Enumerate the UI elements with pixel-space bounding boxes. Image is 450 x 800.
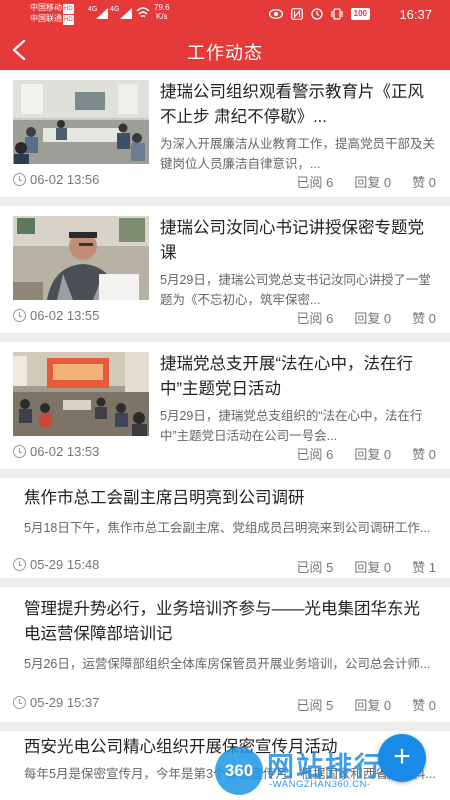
clock-icon	[13, 445, 26, 458]
article-meta: 05-29 15:48 已阅 5 回复 0 赞 1	[13, 557, 436, 577]
plus-icon: +	[393, 740, 411, 773]
nfc-icon	[290, 8, 303, 20]
read-count: 已阅 5	[296, 560, 334, 575]
status-icons: 100	[268, 8, 370, 20]
reply-count[interactable]: 回复 0	[354, 172, 391, 191]
eye-icon	[268, 9, 283, 19]
hd-badge: HD	[63, 4, 74, 14]
article-card[interactable]: 焦作市总工会副主席吕明亮到公司调研 5月18日下午，焦作市总工会副主席、党组成员…	[0, 478, 450, 578]
like-count[interactable]: 赞 0	[412, 444, 436, 463]
article-time: 06-02 13:55	[30, 308, 100, 323]
article-title[interactable]: 焦作市总工会副主席吕明亮到公司调研	[24, 486, 436, 511]
reply-count[interactable]: 回复 0	[354, 444, 391, 463]
page-title: 工作动态	[187, 43, 263, 63]
article-summary: 5月18日下午，焦作市总工会副主席、党组成员吕明亮来到公司调研工作...	[24, 521, 431, 535]
reply-count[interactable]: 回复 0	[354, 695, 391, 714]
net-type-2: 4G	[110, 6, 120, 13]
article-text: 管理提升势必行，业务培训齐参与——光电集团华东光电运营保障部培训记 5月26日，…	[24, 597, 436, 694]
status-bar: 中国移动 HD 中国联通 HD 4G 4G 79.6 K/s 100 16:37	[0, 0, 450, 30]
article-list[interactable]: 捷瑞公司组织观看警示教育片《正风不止步 肃纪不停歇》... 为深入开展廉洁从业教…	[0, 70, 450, 800]
clock-icon	[13, 696, 26, 709]
carrier-1: 中国移动	[30, 3, 62, 12]
article-text: 捷瑞公司组织观看警示教育片《正风不止步 肃纪不停歇》... 为深入开展廉洁从业教…	[160, 80, 436, 174]
like-count[interactable]: 赞 1	[412, 557, 436, 576]
article-summary: 5月29日，捷瑞党总支组织的“法在心中，法在行中”主题党日活动在公司一号会...	[160, 409, 423, 443]
article-summary: 为深入开展廉洁从业教育工作，提高党员干部及关键岗位人员廉洁自律意识，...	[160, 137, 436, 171]
status-time: 16:37	[399, 7, 432, 22]
wifi-icon	[136, 7, 150, 18]
reply-count[interactable]: 回复 0	[354, 308, 391, 327]
clock-icon	[13, 173, 26, 186]
article-text: 焦作市总工会副主席吕明亮到公司调研 5月18日下午，焦作市总工会副主席、党组成员…	[24, 486, 436, 558]
like-count[interactable]: 赞 0	[412, 308, 436, 327]
article-card[interactable]: 捷瑞公司组织观看警示教育片《正风不止步 肃纪不停歇》... 为深入开展廉洁从业教…	[0, 70, 450, 197]
carrier-2: 中国联通	[30, 14, 62, 23]
article-thumbnail	[13, 216, 149, 300]
article-meta: 06-02 13:56 已阅 6 回复 0 赞 0	[13, 172, 436, 192]
article-text: 捷瑞党总支开展“法在心中，法在行中”主题党日活动 5月29日，捷瑞党总支组织的“…	[160, 352, 436, 446]
article-title[interactable]: 管理提升势必行，业务培训齐参与——光电集团华东光电运营保障部培训记	[24, 597, 436, 647]
battery-indicator: 100	[350, 8, 370, 20]
article-thumbnail	[13, 80, 149, 164]
clock-icon	[13, 309, 26, 322]
watermark-url: -WANGZHAN360.CN-	[269, 779, 371, 790]
signal-icon	[96, 8, 108, 19]
reply-count[interactable]: 回复 0	[354, 557, 391, 576]
article-card[interactable]: 捷瑞公司汝同心书记讲授保密专题党课 5月29日，捷瑞公司党总支书记汝同心讲授了一…	[0, 206, 450, 333]
network-speed: 79.6 K/s	[154, 3, 170, 21]
clock-icon	[13, 558, 26, 571]
read-count: 已阅 5	[296, 698, 334, 713]
article-meta: 06-02 13:55 已阅 6 回复 0 赞 0	[13, 308, 436, 328]
article-title[interactable]: 捷瑞公司组织观看警示教育片《正风不止步 肃纪不停歇》...	[160, 80, 436, 130]
article-time: 05-29 15:37	[30, 695, 100, 710]
article-thumbnail	[13, 352, 149, 436]
article-time: 06-02 13:56	[30, 172, 100, 187]
read-count: 已阅 6	[296, 175, 334, 190]
alarm-icon	[310, 8, 323, 20]
article-summary: 5月26日，运营保障部组织全体库房保管员开展业务培训，公司总会计师...	[24, 657, 431, 671]
article-text: 捷瑞公司汝同心书记讲授保密专题党课 5月29日，捷瑞公司党总支书记汝同心讲授了一…	[160, 216, 436, 310]
vibrate-icon	[331, 8, 343, 20]
article-meta: 05-29 15:37 已阅 5 回复 0 赞 0	[13, 695, 436, 715]
add-post-button[interactable]: +	[378, 734, 426, 782]
signal-icon	[120, 8, 132, 19]
article-title[interactable]: 捷瑞党总支开展“法在心中，法在行中”主题党日活动	[160, 352, 436, 402]
article-title[interactable]: 捷瑞公司汝同心书记讲授保密专题党课	[160, 216, 436, 266]
hd-badge: HD	[63, 15, 74, 25]
carrier-info: 中国移动 HD 中国联通 HD	[30, 3, 74, 25]
like-count[interactable]: 赞 0	[412, 695, 436, 714]
article-card[interactable]: 捷瑞党总支开展“法在心中，法在行中”主题党日活动 5月29日，捷瑞党总支组织的“…	[0, 342, 450, 469]
article-card[interactable]: 管理提升势必行，业务培训齐参与——光电集团华东光电运营保障部培训记 5月26日，…	[0, 587, 450, 722]
watermark-badge: 360	[215, 747, 263, 795]
article-meta: 06-02 13:53 已阅 6 回复 0 赞 0	[13, 444, 436, 464]
read-count: 已阅 6	[296, 311, 334, 326]
article-time: 06-02 13:53	[30, 444, 100, 459]
article-time: 05-29 15:48	[30, 557, 100, 572]
article-summary: 5月29日，捷瑞公司党总支书记汝同心讲授了一堂题为《不忘初心，筑牢保密...	[160, 273, 431, 307]
read-count: 已阅 6	[296, 447, 334, 462]
app-header: 工作动态	[0, 30, 450, 70]
like-count[interactable]: 赞 0	[412, 172, 436, 191]
